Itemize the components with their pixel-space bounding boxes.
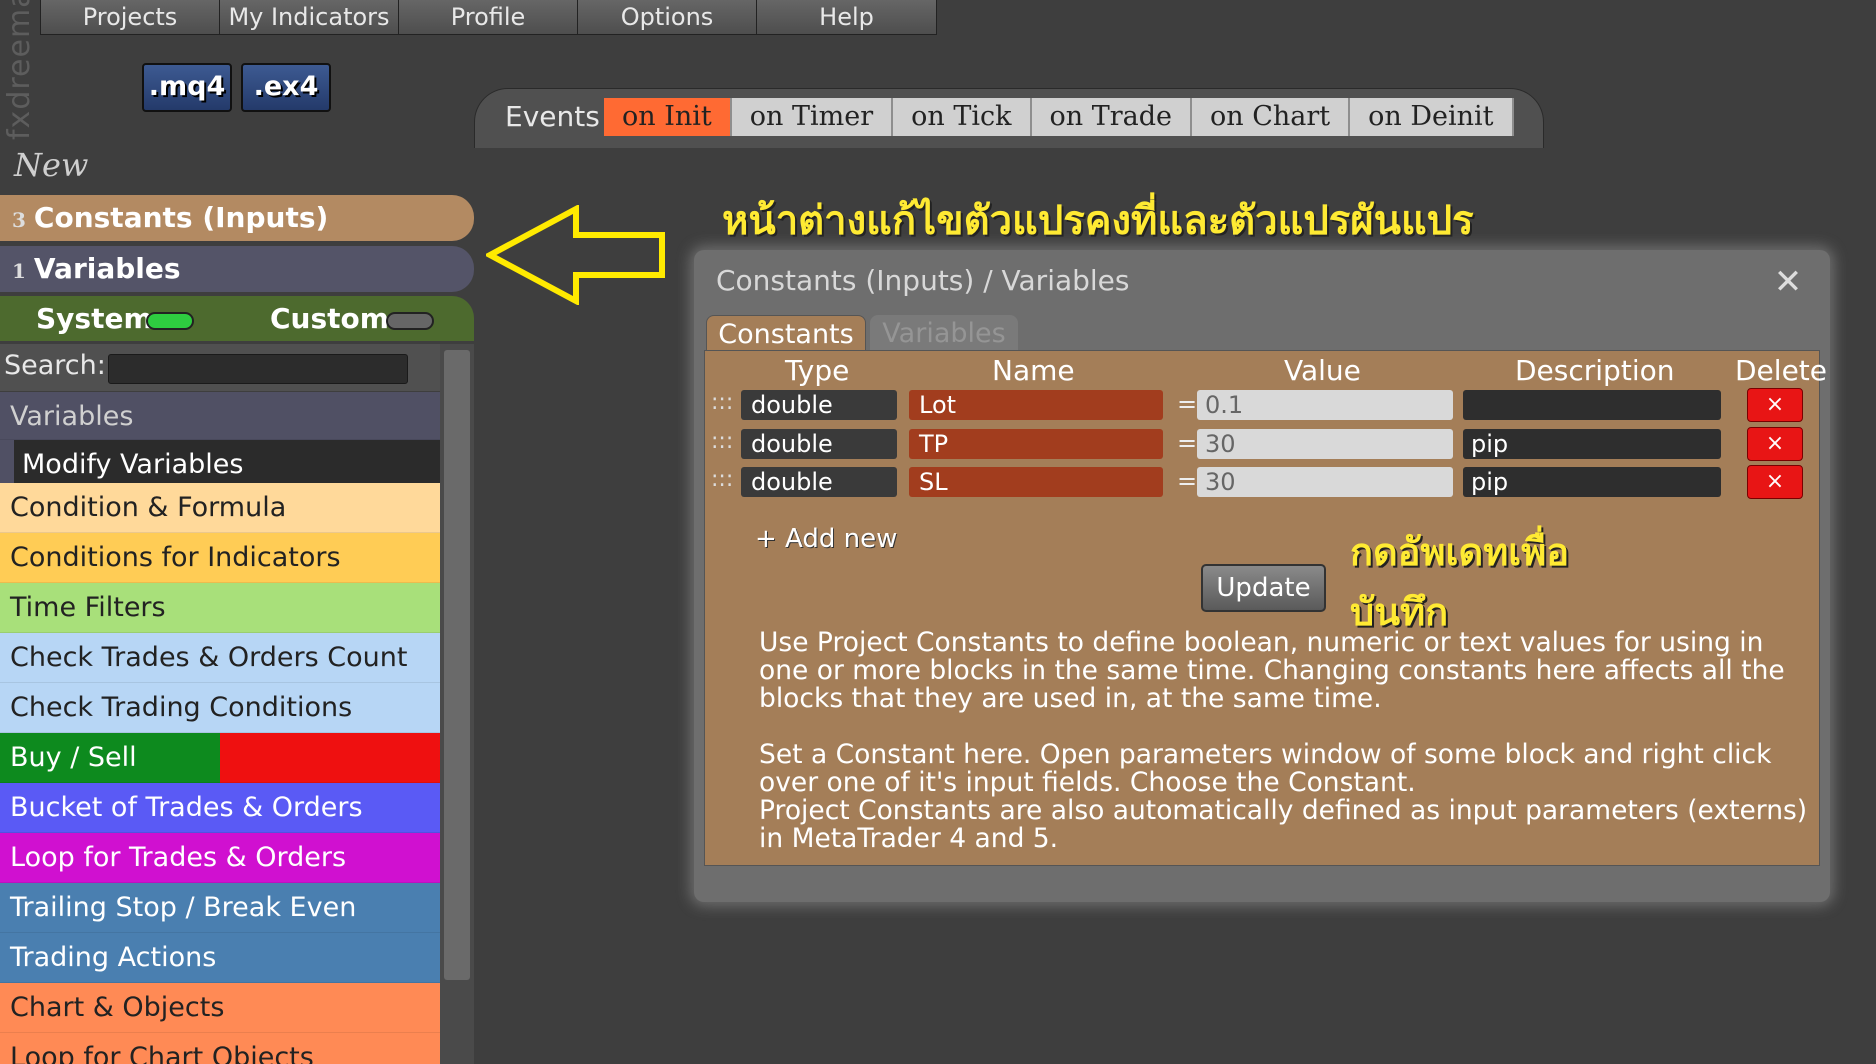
sidebar-item-modify-variables[interactable]: Modify Variables — [0, 440, 440, 488]
sidebar-item-loop-chart-objects[interactable]: Loop for Chart Objects — [0, 1033, 440, 1064]
sidebar-item-chart-objects[interactable]: Chart & Objects — [0, 983, 440, 1033]
search-label: Search: — [4, 350, 106, 381]
sidebar-item-trading-actions[interactable]: Trading Actions — [0, 933, 440, 983]
col-header-name: Name — [992, 354, 1075, 387]
tab-variables[interactable]: Variables — [870, 315, 1018, 352]
search-row: Search: — [0, 344, 440, 391]
delete-button[interactable]: × — [1747, 465, 1803, 499]
type-select[interactable]: double — [741, 390, 897, 420]
name-field[interactable]: SL — [909, 467, 1163, 497]
equals-sign: = — [1177, 429, 1198, 457]
sidebar-item-buy-sell[interactable]: Buy / Sell — [0, 733, 440, 783]
sidebar-variables[interactable]: 1 Variables — [0, 246, 474, 292]
annotation-update-note: กดอัพเดทเพื่อบันทึก — [1350, 530, 1570, 634]
delete-button[interactable]: × — [1747, 388, 1803, 422]
search-input[interactable] — [108, 354, 408, 384]
ex4-button[interactable]: .ex4 — [241, 63, 331, 112]
tab-on-trade[interactable]: on Trade — [1031, 98, 1193, 136]
system-label: System — [36, 302, 153, 335]
close-icon[interactable]: ✕ — [1770, 264, 1806, 300]
top-menu: Projects My Indicators Profile Options H… — [40, 0, 937, 35]
custom-toggle[interactable] — [386, 312, 434, 330]
drag-handle-icon[interactable]: ::: — [711, 465, 733, 495]
update-button[interactable]: Update — [1201, 564, 1326, 612]
help-paragraph: Set a Constant here. Open parameters win… — [759, 739, 1772, 798]
sidebar-item-check-trades-count[interactable]: Check Trades & Orders Count — [0, 633, 440, 683]
equals-sign: = — [1177, 390, 1198, 418]
tab-on-init[interactable]: on Init — [604, 98, 732, 136]
drag-handle-icon[interactable]: ::: — [711, 427, 733, 457]
equals-sign: = — [1177, 467, 1198, 495]
system-toggle[interactable] — [146, 312, 194, 330]
menu-help[interactable]: Help — [757, 0, 936, 34]
col-header-delete: Delete — [1735, 354, 1827, 387]
help-paragraph: Project Constants are also automatically… — [759, 795, 1808, 854]
value-field[interactable]: 30 — [1197, 467, 1453, 497]
sidebar-constants-inputs[interactable]: 3 Constants (Inputs) — [0, 195, 474, 241]
sidebar-item-loop-trades[interactable]: Loop for Trades & Orders — [0, 833, 440, 883]
menu-options[interactable]: Options — [578, 0, 757, 34]
tab-on-tick[interactable]: on Tick — [893, 98, 1032, 136]
custom-label: Custom — [270, 302, 389, 335]
app-logo: fxdreema — [2, 0, 37, 140]
sidebar-item-bucket[interactable]: Bucket of Trades & Orders — [0, 783, 440, 833]
menu-projects[interactable]: Projects — [41, 0, 220, 34]
add-new-link[interactable]: + Add new — [755, 524, 897, 554]
variables-count: 1 — [12, 259, 26, 283]
sidebar-item-condition-formula[interactable]: Condition & Formula — [0, 483, 440, 533]
sidebar-item-time-filters[interactable]: Time Filters — [0, 583, 440, 633]
system-custom-row: System Custom — [0, 296, 474, 341]
constants-label: Constants (Inputs) — [33, 201, 329, 234]
name-field[interactable]: Lot — [909, 390, 1163, 420]
col-header-value: Value — [1284, 354, 1361, 387]
sidebar-scrollbar-thumb[interactable] — [444, 350, 470, 980]
value-field[interactable]: 0.1 — [1197, 390, 1453, 420]
name-field[interactable]: TP — [909, 429, 1163, 459]
constants-variables-dialog: Constants (Inputs) / Variables ✕ Constan… — [694, 250, 1830, 902]
sidebar-item-conditions-indicators[interactable]: Conditions for Indicators — [0, 533, 440, 583]
new-label[interactable]: New — [14, 146, 88, 184]
mq4-button[interactable]: .mq4 — [142, 63, 232, 112]
description-field[interactable] — [1463, 390, 1721, 420]
constants-panel: Type Name Value Description Delete ::: d… — [704, 350, 1827, 866]
sidebar-item-check-trading-conditions[interactable]: Check Trading Conditions — [0, 683, 440, 733]
tab-on-timer[interactable]: on Timer — [731, 98, 894, 136]
tab-on-deinit[interactable]: on Deinit — [1350, 98, 1514, 136]
description-field[interactable]: pip — [1463, 467, 1721, 497]
constants-count: 3 — [12, 208, 26, 232]
tab-on-chart[interactable]: on Chart — [1192, 98, 1351, 136]
menu-profile[interactable]: Profile — [399, 0, 578, 34]
description-field[interactable]: pip — [1463, 429, 1721, 459]
constant-row: ::: double SL = 30 pip × — [705, 465, 1821, 499]
variables-label: Variables — [33, 252, 181, 285]
drag-handle-icon[interactable]: ::: — [711, 388, 733, 418]
type-select[interactable]: double — [741, 467, 897, 497]
type-select[interactable]: double — [741, 429, 897, 459]
tab-constants[interactable]: Constants — [706, 315, 866, 352]
constant-row: ::: double TP = 30 pip × — [705, 427, 1821, 461]
col-header-type: Type — [785, 354, 850, 387]
modify-indent-bar — [0, 440, 14, 488]
menu-my-indicators[interactable]: My Indicators — [220, 0, 399, 34]
sidebar-item-trailing-stop[interactable]: Trailing Stop / Break Even — [0, 883, 440, 933]
events-label: Events — [505, 100, 600, 133]
annotation-arrow-icon — [486, 205, 665, 305]
constant-row: ::: double Lot = 0.1 × — [705, 388, 1821, 422]
help-paragraph: Use Project Constants to define boolean,… — [759, 627, 1785, 714]
help-text: Use Project Constants to define boolean,… — [759, 629, 1809, 853]
delete-button[interactable]: × — [1747, 427, 1803, 461]
sidebar-category-variables[interactable]: Variables — [0, 392, 440, 440]
event-tabs: on Init on Timer on Tick on Trade on Cha… — [604, 98, 1514, 136]
col-header-description: Description — [1515, 354, 1675, 387]
dialog-title: Constants (Inputs) / Variables — [716, 264, 1130, 297]
value-field[interactable]: 30 — [1197, 429, 1453, 459]
annotation-title: หน้าต่างแก้ไขตัวแปรคงที่และตัวแปรผันแปร — [722, 198, 1474, 244]
